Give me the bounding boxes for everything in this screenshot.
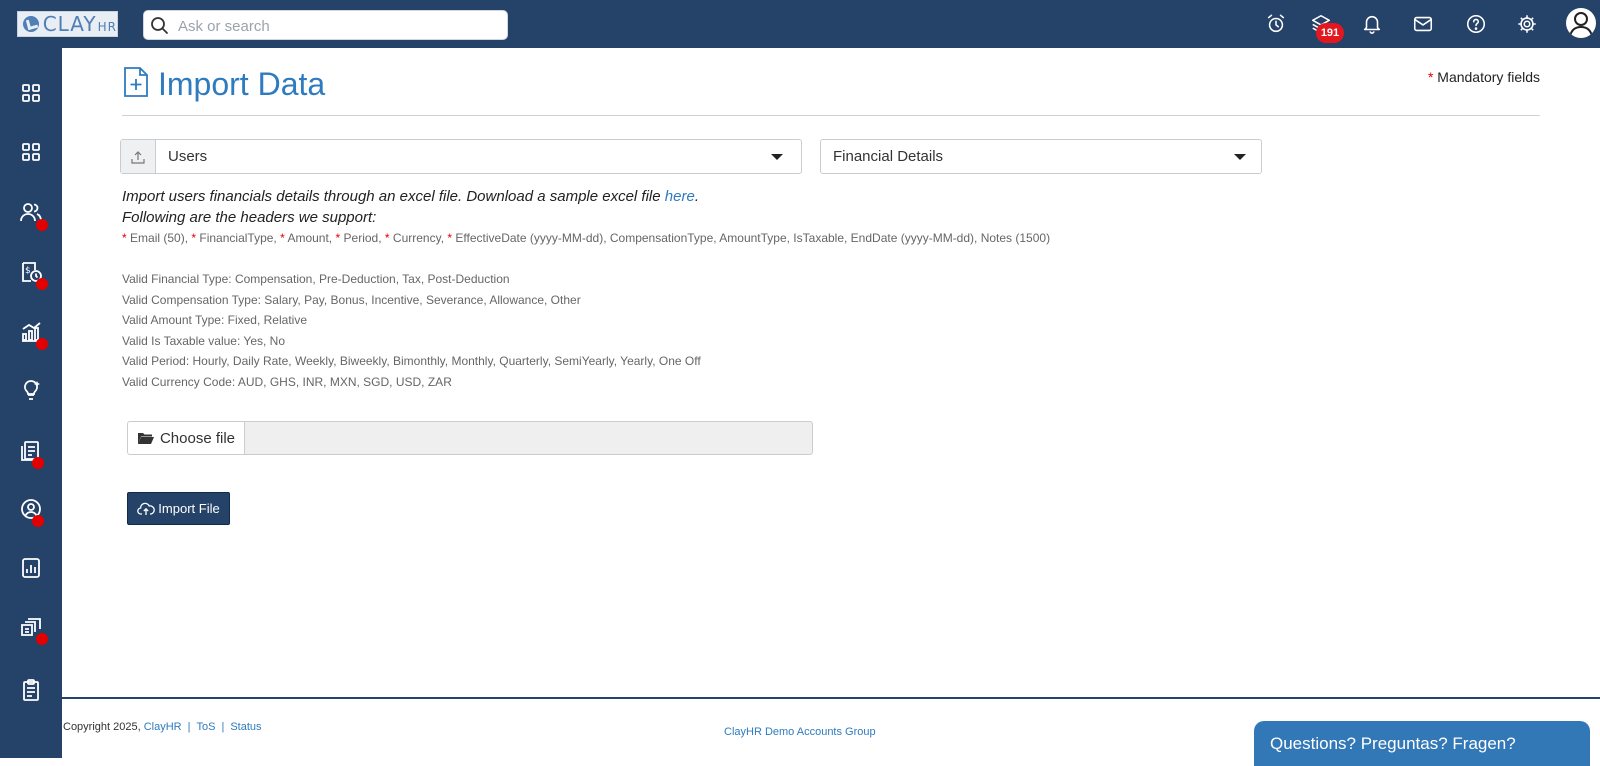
valid-period: Valid Period: Hourly, Daily Rate, Weekly… <box>122 354 701 368</box>
people-alert-dot <box>36 219 48 231</box>
clayhr-logo[interactable]: CLAYHR <box>17 11 118 37</box>
cloud-upload-icon <box>137 502 156 515</box>
valid-taxable-value: Valid Is Taxable value: Yes, No <box>122 334 285 348</box>
valid-currency-code: Valid Currency Code: AUD, GHS, INR, MXN,… <box>122 375 452 389</box>
upload-addon <box>121 140 156 173</box>
group-name: ClayHR Demo Accounts Group <box>724 726 876 738</box>
bell-icon <box>1363 15 1381 34</box>
alarm-clock-button[interactable] <box>1263 11 1289 37</box>
clayhr-link[interactable]: ClayHR <box>144 721 182 733</box>
search-icon <box>151 17 168 34</box>
title-divider <box>122 115 1540 116</box>
messages-button[interactable] <box>1410 11 1436 37</box>
sidebar-item-apps[interactable] <box>19 140 43 164</box>
mandatory-fields-note: * Mandatory fields <box>1427 69 1540 85</box>
checklist-icon <box>23 679 39 701</box>
import-type-select[interactable]: Users <box>120 139 802 174</box>
choose-file-button[interactable]: Choose file <box>127 421 245 455</box>
support-alert-dot <box>36 633 48 645</box>
top-navigation-bar: CLAYHR 191 <box>0 0 1600 48</box>
alarm-clock-icon <box>1267 14 1285 33</box>
headers-intro: Following are the headers we support: <box>122 209 377 226</box>
analytics-alert-dot <box>36 338 48 350</box>
sidebar: $ <box>0 48 62 758</box>
folder-open-icon <box>137 433 154 444</box>
valid-amount-type: Valid Amount Type: Fixed, Relative <box>122 313 307 327</box>
user-avatar-icon <box>1569 12 1593 37</box>
upload-tray-icon <box>131 150 145 164</box>
svg-text:$: $ <box>25 266 31 276</box>
mail-icon <box>1413 16 1433 32</box>
footer-divider <box>62 697 1600 699</box>
sample-file-link[interactable]: here <box>665 188 695 205</box>
status-link[interactable]: Status <box>230 721 261 733</box>
chevron-down-icon <box>1234 154 1246 160</box>
search-input[interactable] <box>178 15 498 37</box>
supported-headers: * Email (50), * FinancialType, * Amount,… <box>122 231 1051 245</box>
documents-alert-dot <box>32 457 44 469</box>
main-content: Import Data * Mandatory fields Users Fin… <box>62 48 1600 766</box>
import-file-icon <box>123 66 149 103</box>
import-description: Import users financials details through … <box>122 188 699 205</box>
sidebar-item-checklist[interactable] <box>19 678 43 702</box>
settings-button[interactable] <box>1514 11 1540 37</box>
help-chat-widget[interactable]: Questions? Preguntas? Fragen? <box>1254 721 1590 766</box>
clayhr-logo-icon <box>23 16 39 32</box>
sidebar-item-reports[interactable] <box>19 556 43 580</box>
apps-icon <box>22 143 40 161</box>
sidebar-item-dashboard[interactable] <box>19 81 43 105</box>
import-detail-select[interactable]: Financial Details <box>820 139 1262 174</box>
chevron-down-icon <box>771 154 783 160</box>
reports-icon <box>22 558 40 578</box>
payroll-alert-dot <box>36 278 48 290</box>
notification-count-badge[interactable]: 191 <box>1316 23 1344 43</box>
file-name-field[interactable] <box>245 421 813 455</box>
settings-icon <box>1518 15 1536 33</box>
dashboard-icon <box>22 84 40 102</box>
logo-text: CLAYHR <box>42 12 117 36</box>
page-title: Import Data <box>158 66 326 102</box>
valid-compensation-type: Valid Compensation Type: Salary, Pay, Bo… <box>122 293 581 307</box>
valid-financial-type: Valid Financial Type: Compensation, Pre-… <box>122 272 510 286</box>
help-icon <box>1466 14 1486 34</box>
import-file-button[interactable]: Import File <box>127 492 230 525</box>
profile-alert-dot <box>32 515 44 527</box>
help-button[interactable] <box>1463 11 1489 37</box>
tos-link[interactable]: ToS <box>197 721 216 733</box>
sidebar-item-ideas[interactable] <box>19 378 43 402</box>
notifications-button[interactable] <box>1359 11 1385 37</box>
search-box <box>143 10 508 40</box>
import-type-value: Users <box>168 148 208 165</box>
import-detail-value: Financial Details <box>833 148 944 165</box>
user-avatar[interactable] <box>1566 8 1596 38</box>
copyright: Copyright 2025, ClayHR | ToS | Status <box>63 721 262 733</box>
ideas-icon <box>24 380 40 400</box>
